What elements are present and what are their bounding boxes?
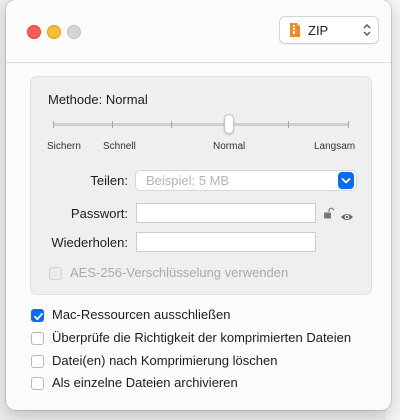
lock-icon[interactable] — [323, 207, 335, 225]
checkmark-icon — [34, 312, 43, 321]
exclude-mac-resources-label: Mac-Ressourcen ausschließen — [52, 307, 231, 322]
titlebar: ZIP — [6, 0, 391, 63]
method-title: Methode: Normal — [48, 92, 148, 107]
chevron-updown-icon — [363, 22, 371, 43]
slider-tick — [53, 121, 54, 128]
password-label: Passwort: — [70, 206, 128, 221]
speed-label-schnell: Schnell — [103, 141, 136, 152]
slider-tick — [112, 121, 113, 128]
zip-archive-icon — [289, 22, 301, 43]
archive-separately-label: Als einzelne Dateien archivieren — [52, 375, 238, 390]
slider-tick — [288, 121, 289, 128]
aes-checkbox[interactable] — [49, 267, 62, 280]
eye-icon[interactable] — [340, 209, 354, 227]
delete-after-compression-label: Datei(en) nach Komprimierung löschen — [52, 353, 278, 368]
aes-label: AES-256-Verschlüsselung verwenden — [70, 265, 289, 280]
verify-integrity-label: Überprüfe die Richtigkeit der komprimier… — [52, 330, 352, 345]
verify-integrity-checkbox[interactable] — [31, 332, 44, 345]
split-select[interactable]: Beispiel: 5 MB — [135, 170, 357, 191]
compression-slider-knob[interactable] — [224, 114, 234, 134]
chevron-down-icon[interactable] — [338, 172, 354, 189]
speed-label-sichern: Sichern — [47, 141, 81, 152]
settings-group: Methode: Normal Sichern Schnell Normal L… — [30, 76, 372, 295]
split-label: Teilen: — [90, 173, 128, 188]
archive-separately-checkbox[interactable] — [31, 377, 44, 390]
delete-after-compression-checkbox[interactable] — [31, 355, 44, 368]
slider-tick — [348, 121, 349, 128]
slider-tick — [171, 121, 172, 128]
speed-label-langsam: Langsam — [314, 141, 356, 152]
compression-window: ZIP Methode: Normal Sichern Schnell Norm… — [6, 0, 391, 410]
split-placeholder: Beispiel: 5 MB — [146, 173, 230, 188]
format-value: ZIP — [308, 23, 329, 38]
zoom-button[interactable] — [67, 25, 81, 39]
password-field[interactable] — [136, 203, 316, 223]
compression-slider-track[interactable] — [53, 123, 349, 126]
speed-label-normal: Normal — [213, 141, 246, 152]
exclude-mac-resources-checkbox[interactable] — [31, 309, 44, 322]
minimize-button[interactable] — [47, 25, 61, 39]
repeat-label: Wiederholen: — [51, 235, 128, 250]
close-button[interactable] — [27, 25, 41, 39]
format-popup[interactable]: ZIP — [279, 16, 379, 44]
repeat-password-field[interactable] — [136, 232, 316, 252]
